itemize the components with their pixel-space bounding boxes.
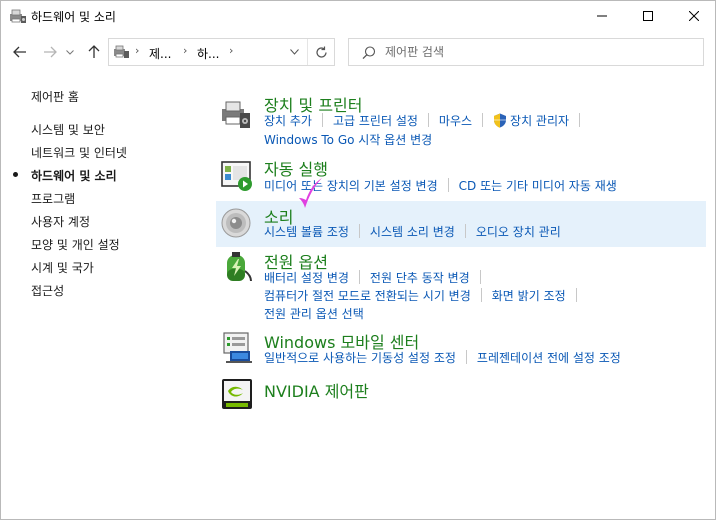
sidebar-item-appearance[interactable]: 모양 및 개인 설정 xyxy=(31,236,120,253)
task-row: 전원 관리 옵션 선택 xyxy=(264,305,364,322)
task-divider xyxy=(358,270,360,284)
task-divider xyxy=(358,224,360,238)
recent-locations-button[interactable] xyxy=(63,43,77,61)
task-mouse[interactable]: 마우스 xyxy=(439,112,472,129)
task-change-battery-settings[interactable]: 배터리 설정 변경 xyxy=(264,269,349,286)
minimize-icon xyxy=(597,15,607,17)
sidebar-item-ease-of-access[interactable]: 접근성 xyxy=(31,282,64,299)
task-row: 배터리 설정 변경 전원 단추 동작 변경 xyxy=(264,269,491,286)
task-change-power-buttons[interactable]: 전원 단추 동작 변경 xyxy=(370,269,470,286)
title-bar: 하드웨어 및 소리 xyxy=(1,1,715,31)
maximize-icon xyxy=(643,11,653,21)
uac-shield-icon xyxy=(494,113,507,128)
back-button[interactable] xyxy=(11,43,29,61)
category-autoplay: 자동 실행 미디어 또는 장치의 기본 설정 변경 CD 또는 기타 미디어 자동… xyxy=(216,153,706,197)
refresh-button[interactable] xyxy=(309,41,333,63)
task-divider xyxy=(321,113,323,127)
forward-button[interactable] xyxy=(41,43,59,61)
category-mobility-center: Windows 모바일 센터 일반적으로 사용하는 기동성 설정 조정 프레젠테이… xyxy=(216,327,706,371)
search-input[interactable] xyxy=(385,42,685,62)
task-row: 일반적으로 사용하는 기동성 설정 조정 프레젠테이션 전에 설정 조정 xyxy=(264,349,621,366)
breadcrumb-separator[interactable]: › xyxy=(229,44,233,57)
refresh-icon xyxy=(315,46,327,58)
sidebar-item-programs[interactable]: 프로그램 xyxy=(31,190,75,207)
close-icon xyxy=(689,11,699,21)
search-icon xyxy=(362,46,376,60)
mobility-center-icon xyxy=(223,332,252,363)
task-advanced-printer-setup[interactable]: 고급 프린터 설정 xyxy=(333,112,418,129)
breadcrumb-control-panel[interactable]: 제... xyxy=(149,45,171,62)
task-presentation-settings[interactable]: 프레젠테이션 전에 설정 조정 xyxy=(477,349,621,366)
maximize-button[interactable] xyxy=(625,1,671,31)
task-adjust-screen-brightness[interactable]: 화면 밝기 조정 xyxy=(492,287,566,304)
sidebar-item-clock-region[interactable]: 시계 및 국가 xyxy=(31,259,94,276)
task-add-device[interactable]: 장치 추가 xyxy=(264,112,312,129)
close-button[interactable] xyxy=(671,1,716,31)
category-title[interactable]: NVIDIA 제어판 xyxy=(264,378,369,402)
arrow-right-icon xyxy=(44,46,57,58)
task-windows-to-go[interactable]: Windows To Go 시작 옵션 변경 xyxy=(264,131,432,148)
printer-icon xyxy=(222,101,250,128)
task-divider xyxy=(480,288,482,302)
breadcrumb-separator[interactable]: › xyxy=(183,44,187,57)
task-choose-power-plan[interactable]: 전원 관리 옵션 선택 xyxy=(264,305,364,322)
task-divider xyxy=(447,178,449,192)
task-divider xyxy=(482,113,484,127)
sidebar-item-system-security[interactable]: 시스템 및 보안 xyxy=(31,121,105,138)
up-button[interactable] xyxy=(85,43,103,61)
search-box[interactable] xyxy=(348,38,704,66)
task-autoplay-cd[interactable]: CD 또는 기타 미디어 자동 재생 xyxy=(459,177,617,194)
control-panel-window: 하드웨어 및 소리 › 제... › 하... › 제어판 검색 제어판 홈 시… xyxy=(0,0,716,520)
task-divider xyxy=(427,113,429,127)
task-divider xyxy=(465,350,467,364)
window-title: 하드웨어 및 소리 xyxy=(31,10,116,24)
task-adjust-system-volume[interactable]: 시스템 볼륨 조정 xyxy=(264,223,349,240)
address-divider xyxy=(307,39,308,65)
category-devices-printers: 장치 및 프린터 장치 추가 고급 프린터 설정 마우스 장치 관리자 Windows… xyxy=(216,89,706,151)
task-row: Windows To Go 시작 옵션 변경 xyxy=(264,131,432,148)
arrow-left-icon xyxy=(13,46,26,58)
category-nvidia: NVIDIA 제어판 xyxy=(216,375,706,415)
category-list: 장치 및 프린터 장치 추가 고급 프린터 설정 마우스 장치 관리자 Windows… xyxy=(216,89,706,509)
address-dropdown-button[interactable] xyxy=(284,42,304,62)
navigation-bar: › 제... › 하... › xyxy=(1,31,715,73)
task-divider xyxy=(575,288,577,302)
address-bar[interactable]: › 제... › 하... › xyxy=(108,38,335,66)
sidebar: 제어판 홈 시스템 및 보안 네트워크 및 인터넷 하드웨어 및 소리 프로그램… xyxy=(1,73,206,513)
sidebar-item-network-internet[interactable]: 네트워크 및 인터넷 xyxy=(31,144,127,161)
minimize-button[interactable] xyxy=(579,1,625,31)
breadcrumb-hardware-sound[interactable]: 하... xyxy=(197,45,219,62)
task-change-system-sounds[interactable]: 시스템 소리 변경 xyxy=(370,223,455,240)
task-manage-audio-devices[interactable]: 오디오 장치 관리 xyxy=(476,223,561,240)
task-divider xyxy=(479,270,481,284)
task-change-default-media-settings[interactable]: 미디어 또는 장치의 기본 설정 변경 xyxy=(264,177,438,194)
task-row: 컴퓨터가 절전 모드로 전환되는 시기 변경 화면 밝기 조정 xyxy=(264,287,587,304)
task-divider xyxy=(464,224,466,238)
sidebar-item-user-accounts[interactable]: 사용자 계정 xyxy=(31,213,90,230)
battery-icon xyxy=(227,252,252,282)
category-sound[interactable]: 소리 시스템 볼륨 조정 시스템 소리 변경 오디오 장치 관리 xyxy=(216,201,706,247)
nvidia-icon xyxy=(222,379,252,409)
arrow-up-icon xyxy=(88,45,100,58)
task-row: 시스템 볼륨 조정 시스템 소리 변경 오디오 장치 관리 xyxy=(264,223,561,240)
speaker-icon xyxy=(221,208,251,238)
sidebar-item-hardware-sound[interactable]: 하드웨어 및 소리 xyxy=(31,167,117,184)
task-device-manager[interactable]: 장치 관리자 xyxy=(510,112,569,129)
category-power-options: 전원 옵션 배터리 설정 변경 전원 단추 동작 변경 컴퓨터가 절전 모드로 전… xyxy=(216,249,706,321)
task-change-sleep-time[interactable]: 컴퓨터가 절전 모드로 전환되는 시기 변경 xyxy=(264,287,471,304)
task-row: 장치 추가 고급 프린터 설정 마우스 장치 관리자 xyxy=(264,112,590,129)
checkmark-annotation-icon xyxy=(299,178,322,208)
sidebar-item-control-panel-home[interactable]: 제어판 홈 xyxy=(31,88,79,105)
chevron-down-icon xyxy=(289,49,299,55)
chevron-down-icon xyxy=(66,49,74,55)
current-section-bullet xyxy=(13,172,18,177)
breadcrumb-separator[interactable]: › xyxy=(135,44,139,57)
control-panel-icon xyxy=(114,45,129,58)
hardware-sound-icon xyxy=(10,9,26,23)
task-adjust-mobility-settings[interactable]: 일반적으로 사용하는 기동성 설정 조정 xyxy=(264,349,456,366)
task-divider xyxy=(579,113,581,127)
autoplay-icon xyxy=(221,161,252,191)
